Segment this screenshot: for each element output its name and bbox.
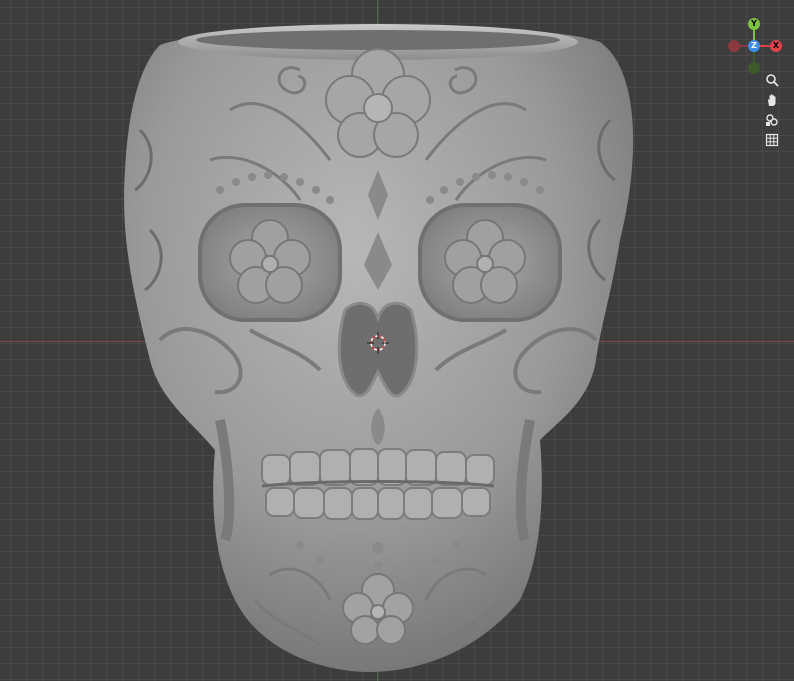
zoom-icon — [766, 74, 779, 87]
zoom-tool-button[interactable] — [762, 70, 782, 90]
gizmo-neg-y-axis[interactable] — [748, 62, 760, 74]
gizmo-z-axis[interactable]: Z — [748, 40, 760, 52]
navigation-gizmo[interactable]: Y X Z — [724, 14, 788, 78]
camera-view-button[interactable] — [762, 110, 782, 130]
gizmo-y-axis[interactable]: Y — [748, 18, 760, 30]
pan-tool-button[interactable] — [762, 90, 782, 110]
grid-ortho-icon — [765, 133, 779, 147]
hand-pan-icon — [768, 94, 776, 106]
sugar-skull-model[interactable] — [0, 0, 794, 681]
3d-cursor-icon — [367, 332, 389, 354]
3d-viewport[interactable]: Y X Z — [0, 0, 794, 681]
camera-view-icon — [766, 114, 778, 126]
ortho-toggle-button[interactable] — [762, 130, 782, 150]
gizmo-neg-x-axis[interactable] — [728, 40, 740, 52]
gizmo-x-axis[interactable]: X — [770, 40, 782, 52]
